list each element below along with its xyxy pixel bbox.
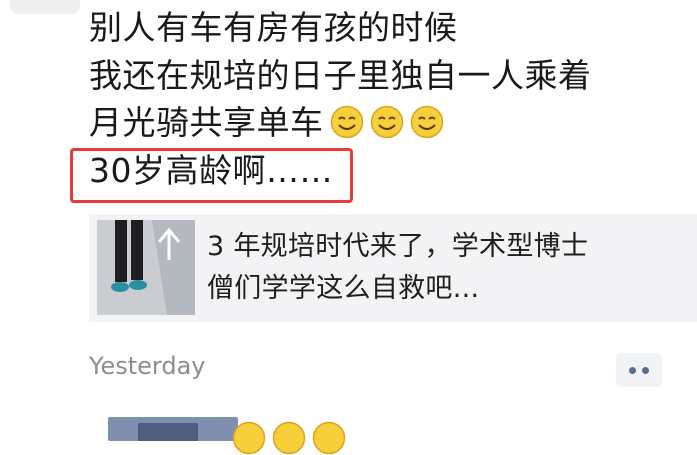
post-line-3: 月光骑共享单车 bbox=[89, 99, 689, 147]
more-options-button[interactable] bbox=[616, 353, 662, 387]
link-thumbnail bbox=[97, 220, 195, 315]
more-dot-icon bbox=[629, 366, 636, 374]
link-title: 3 年规培时代来了，学术型博士 僧们学学这么自救吧... bbox=[207, 226, 687, 310]
legs-photo-icon bbox=[97, 220, 195, 315]
next-post-emojis bbox=[232, 421, 346, 455]
highlight-box bbox=[70, 148, 353, 203]
link-title-line-1: 3 年规培时代来了，学术型博士 bbox=[207, 231, 589, 262]
post-line-1: 别人有车有房有孩的时候 bbox=[89, 8, 458, 47]
smiley-icon bbox=[370, 105, 403, 139]
smiley-icon bbox=[232, 421, 266, 455]
smiley-icon bbox=[410, 105, 443, 139]
smiley-icon bbox=[272, 421, 306, 455]
smiley-icon bbox=[312, 421, 346, 455]
link-card[interactable]: 3 年规培时代来了，学术型博士 僧们学学这么自救吧... bbox=[89, 214, 697, 322]
next-post-image[interactable] bbox=[108, 417, 238, 441]
smiley-icon bbox=[330, 105, 363, 139]
timestamp: Yesterday bbox=[89, 352, 206, 380]
post-line-2: 我还在规培的日子里独自一人乘着 bbox=[89, 55, 592, 95]
link-title-line-2: 僧们学学这么自救吧... bbox=[207, 273, 480, 304]
post-line-3-text: 月光骑共享单车 bbox=[89, 103, 324, 142]
more-dot-icon bbox=[642, 366, 649, 374]
avatar[interactable] bbox=[10, 0, 80, 14]
